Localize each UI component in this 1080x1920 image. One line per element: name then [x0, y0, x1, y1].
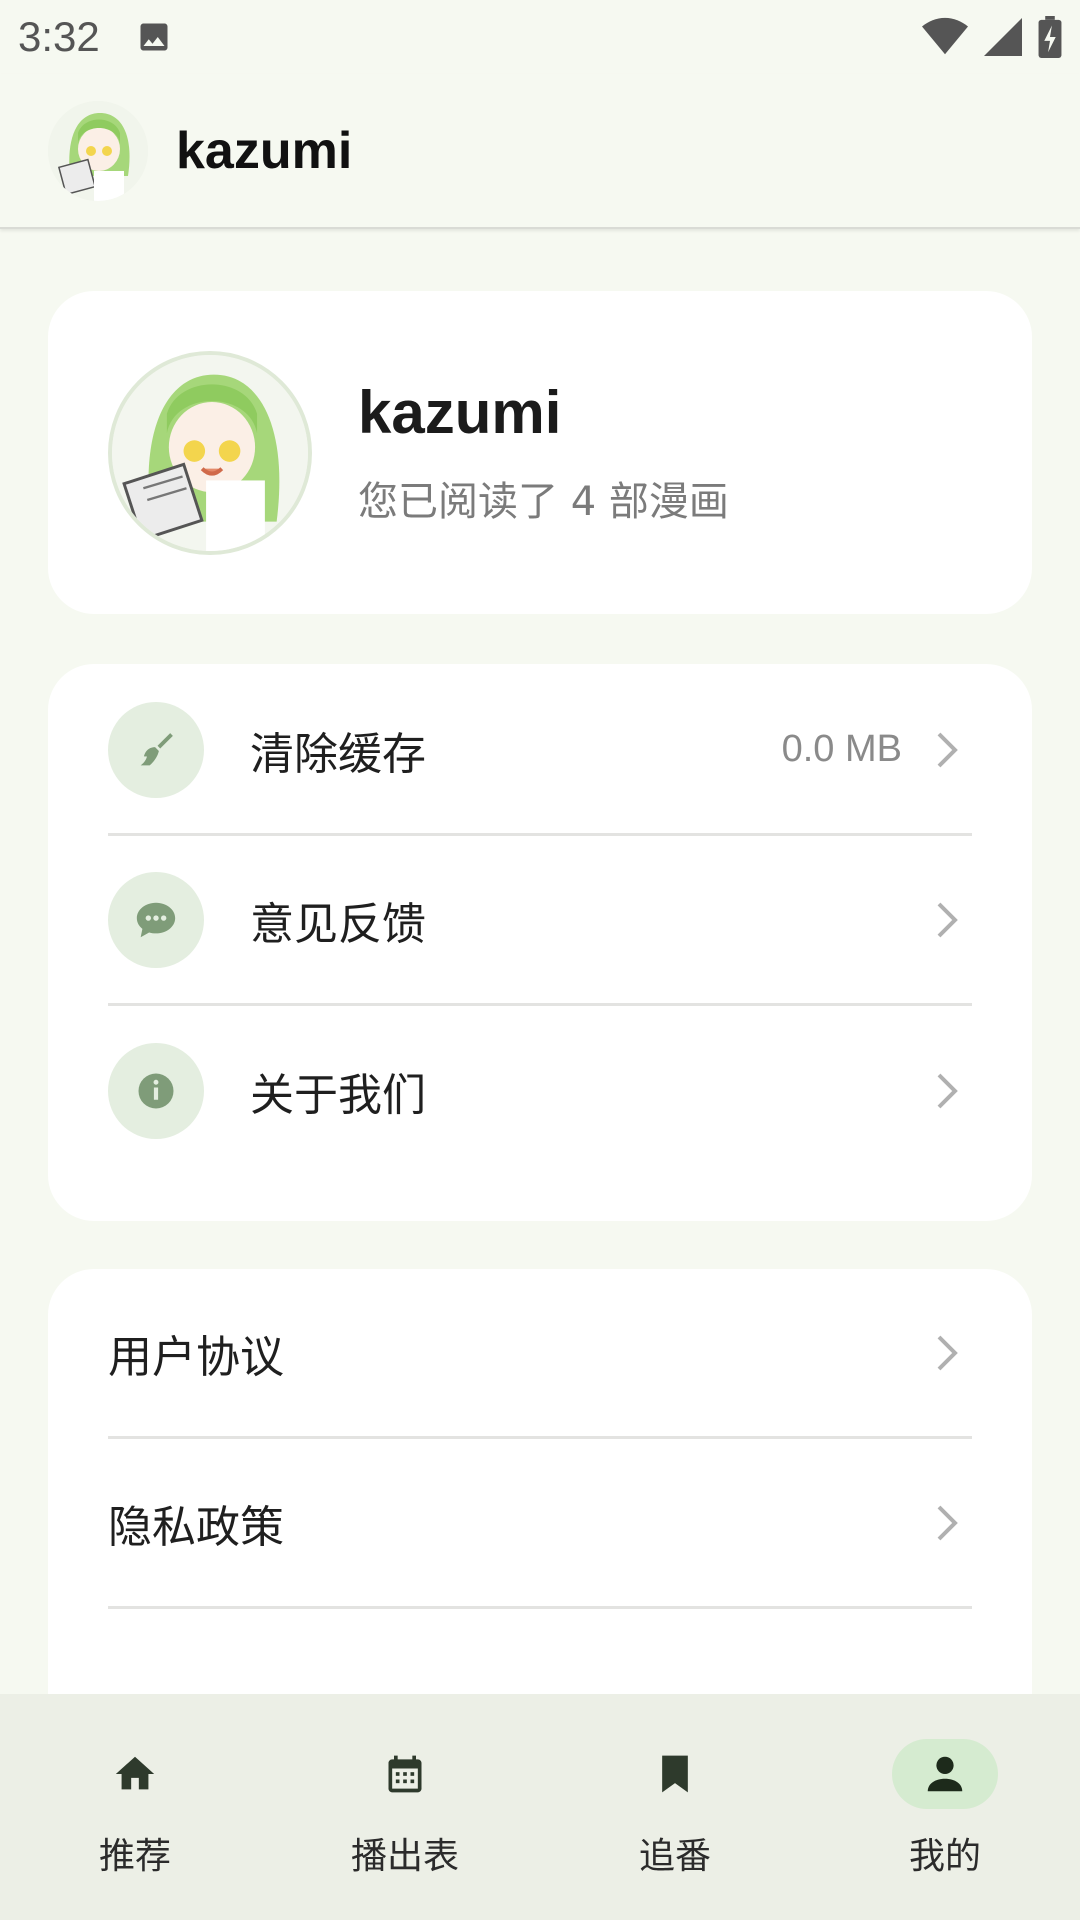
nav-label-follow: 追番 — [638, 1836, 711, 1877]
about-us-label: 关于我们 — [250, 1070, 426, 1121]
broom-icon — [140, 732, 173, 765]
settings-card: 清除缓存 0.0 MB 意见反馈 关于我们 — [48, 664, 1032, 1221]
cache-size-value: 0.0 MB — [781, 728, 902, 770]
privacy-policy-row[interactable]: 隐私政策 — [108, 1439, 972, 1609]
avatar-illustration — [48, 100, 148, 201]
top-app-bar: kazumi — [0, 74, 1080, 229]
feedback-label: 意见反馈 — [250, 898, 426, 950]
chevron-right-icon — [937, 1505, 958, 1540]
nav-icon-container — [82, 1739, 188, 1809]
status-time: 3:32 — [18, 13, 100, 60]
profile-info: kazumi 您已阅读了 4 部漫画 — [358, 378, 729, 527]
clear-cache-row[interactable]: 清除缓存 0.0 MB — [108, 666, 972, 836]
app-bar-title: kazumi — [176, 121, 353, 180]
nav-label-schedule: 播出表 — [350, 1836, 459, 1877]
info-icon — [138, 1073, 174, 1109]
profile-read-count: 您已阅读了 4 部漫画 — [358, 479, 729, 525]
home-icon — [115, 1756, 155, 1790]
about-us-row[interactable]: 关于我们 — [108, 1006, 972, 1176]
clear-cache-label: 清除缓存 — [250, 728, 426, 780]
bottom-navigation: 推荐 播出表 追番 我的 — [0, 1694, 1080, 1920]
nav-item-mine[interactable]: 我的 — [810, 1694, 1080, 1920]
calendar-icon — [388, 1755, 422, 1793]
profile-name: kazumi — [358, 379, 562, 446]
chat-icon-container — [108, 871, 204, 968]
user-agreement-label: 用户协议 — [108, 1331, 284, 1383]
chat-bubble-icon — [136, 902, 176, 937]
profile-avatar-illustration — [112, 354, 308, 551]
nav-label-recommend: 推荐 — [98, 1836, 171, 1877]
chevron-right-icon — [937, 1335, 958, 1370]
info-icon-container — [108, 1043, 204, 1139]
battery-charging-icon — [1038, 16, 1062, 58]
nav-icon-container — [352, 1739, 458, 1809]
wifi-icon — [922, 17, 968, 55]
profile-card[interactable]: kazumi 您已阅读了 4 部漫画 — [48, 291, 1032, 614]
avatar[interactable] — [48, 100, 148, 201]
user-agreement-row[interactable]: 用户协议 — [108, 1269, 972, 1439]
broom-icon-container — [108, 701, 204, 798]
privacy-policy-label: 隐私政策 — [108, 1501, 284, 1553]
chevron-right-icon — [937, 732, 958, 767]
feedback-row[interactable]: 意见反馈 — [108, 836, 972, 1006]
nav-item-recommend[interactable]: 推荐 — [0, 1694, 270, 1920]
chevron-right-icon — [937, 902, 958, 937]
status-bar: 3:32 — [0, 0, 1080, 74]
cellular-signal-icon — [984, 18, 1022, 56]
nav-label-mine: 我的 — [908, 1836, 981, 1877]
nav-icon-container — [622, 1739, 728, 1809]
nav-item-follow[interactable]: 追番 — [540, 1694, 810, 1920]
nav-item-schedule[interactable]: 播出表 — [270, 1694, 540, 1920]
gallery-notification-icon — [140, 23, 168, 51]
person-icon — [927, 1756, 963, 1792]
profile-avatar[interactable] — [108, 350, 312, 555]
nav-active-indicator — [892, 1739, 998, 1809]
legal-card: 用户协议 隐私政策 — [48, 1269, 1032, 1729]
bookmark-icon — [662, 1755, 688, 1793]
chevron-right-icon — [937, 1073, 958, 1109]
